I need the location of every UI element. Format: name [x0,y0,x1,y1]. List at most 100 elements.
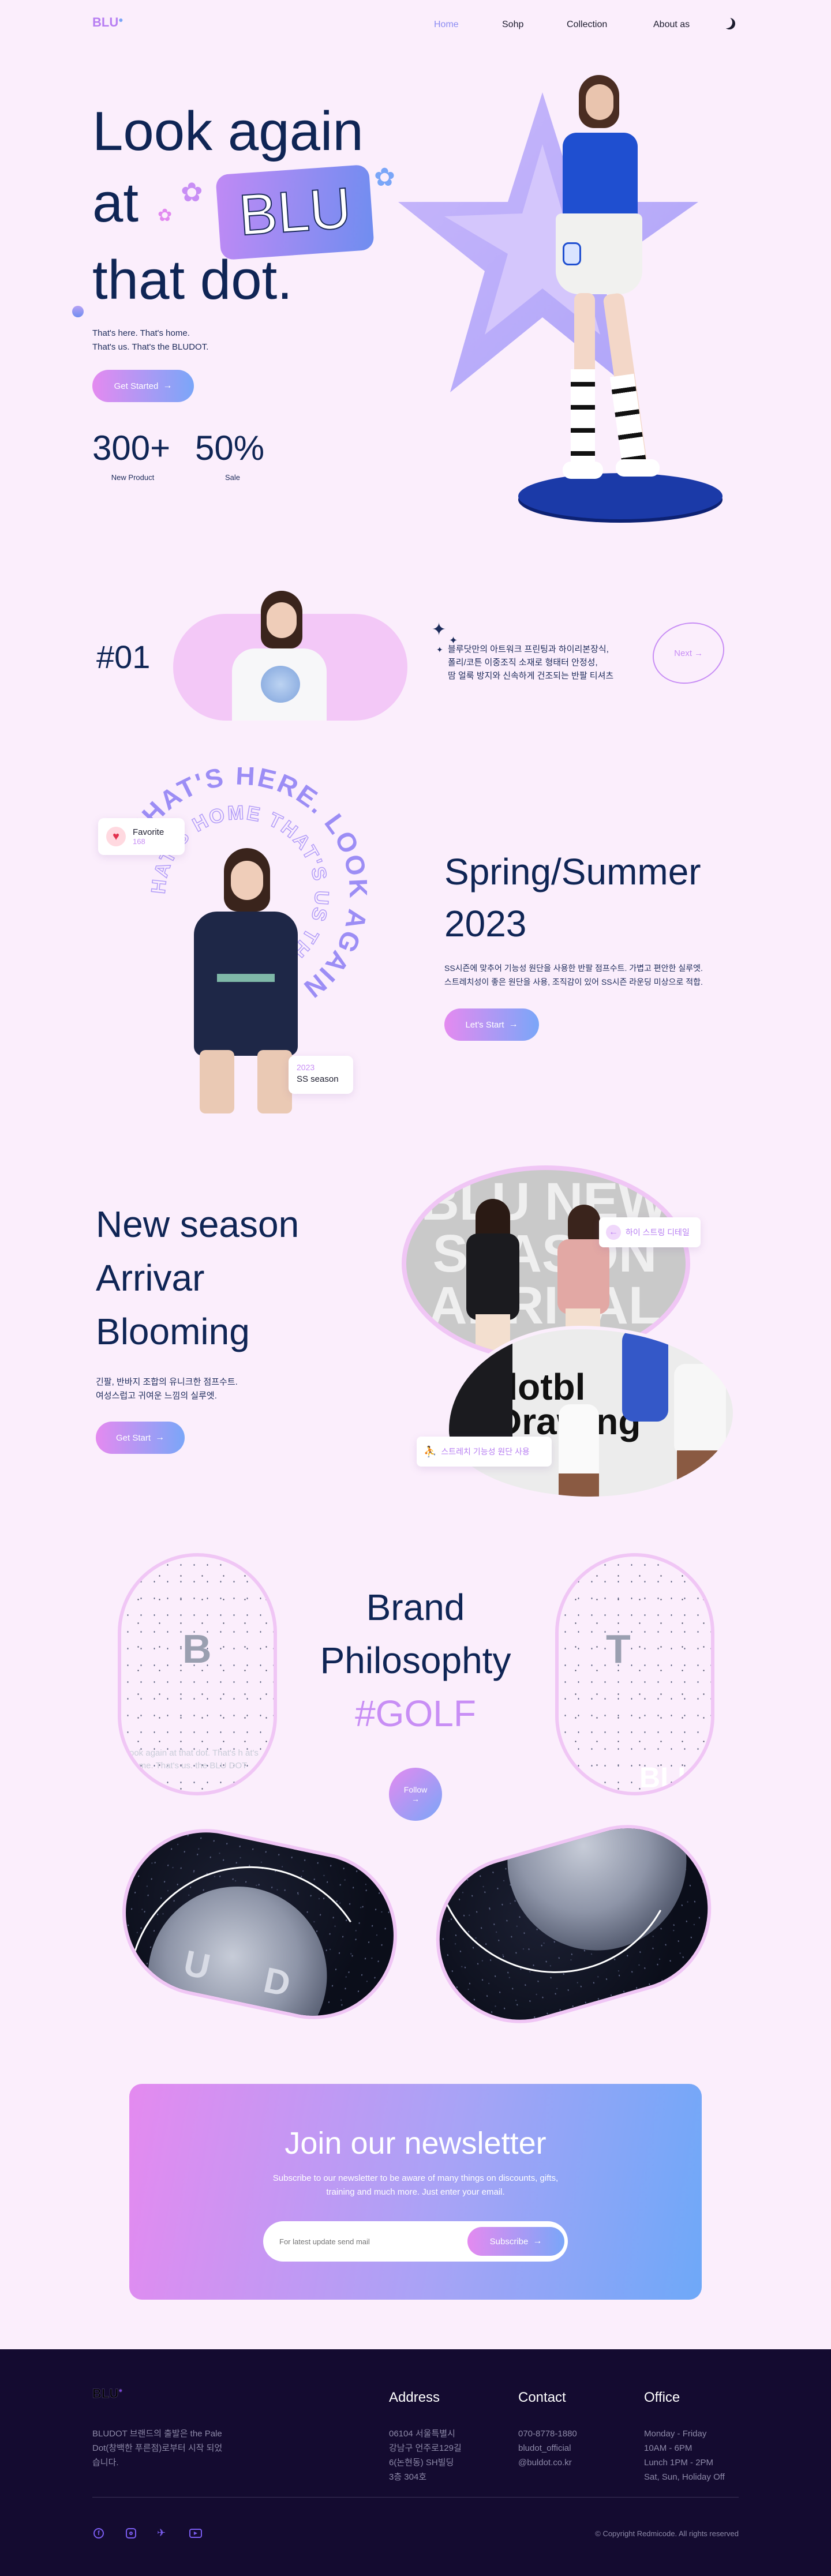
footer-logo[interactable]: BLU● [92,2386,122,2401]
stat-value: 50% [195,429,265,467]
contact-phone[interactable]: 070-8778-1880 [518,2427,577,2441]
oval-corner-text: BLU [639,1761,699,1794]
spring-title-line1: Spring/Summer [444,851,701,893]
footer-office: Monday - Friday 10AM - 6PM Lunch 1PM - 2… [644,2427,725,2484]
brand-oval-left: B ook again at that dot. That's h at's h… [118,1553,277,1795]
newsletter-desc: Subscribe to our newsletter to be aware … [129,2172,702,2199]
facebook-icon[interactable]: f [93,2528,104,2538]
favorite-card[interactable]: ♥ Favorite 168 [98,818,185,855]
arrow-right-icon: → [155,1433,165,1442]
stat-products: 300+ New Product [92,428,173,482]
heart-icon: ♥ [106,827,126,846]
favorite-count: 168 [133,837,145,846]
oval-letter: T [606,1626,631,1671]
feature-number: #01 [96,639,151,675]
newseason-title-line1: New season [96,1203,300,1245]
newsletter-desc-line1: Subscribe to our newsletter to be aware … [272,2173,559,2183]
arrow-right-icon: → [163,381,173,391]
feature-text-line3: 땀 얼룩 방지와 신속하게 건조되는 반팔 티셔츠 [448,671,614,681]
follow-button[interactable]: Follow → [389,1768,442,1821]
logo-text: BLU [92,15,119,29]
stat-label: Sale [224,473,241,482]
office-line: 10AM - 6PM [644,2443,692,2453]
newseason-title: New season Arrivar Blooming [96,1198,299,1359]
newseason-desc-line1: 긴팔, 반바지 조합의 유니크한 점프수트. [96,1377,238,1387]
dark-mode-icon[interactable] [724,18,735,29]
oval-text: ook again at that dot. That's h at's hom… [129,1748,259,1771]
newsletter-title: Join our newsletter [285,2126,546,2161]
season-label: SS season [297,1074,339,1084]
footer-logo-text: BLU [92,2386,119,2401]
hero-title-line1: Look again [92,100,364,162]
get-started-button[interactable]: Get Started → [92,370,194,402]
lets-start-label: Let's Start [465,1019,504,1030]
feature-text-line1: 블루닷만의 아트워크 프린팅과 하이리본장식, [448,644,609,654]
sparkle-icon: ✿ [158,206,173,225]
photo-bg-text: BLU NEW SEASON ARRIVAL [421,1172,669,1335]
feature-card [173,591,407,721]
sparkle-icon: ✿ [181,177,203,207]
nav-shop[interactable]: Sohp [502,20,523,30]
address-line: 6(논현동) SH빌딩 [389,2458,454,2468]
spring-desc: SS시즌에 맞추어 기능성 원단을 사용한 반팔 점프수트. 가볍고 편안한 실… [444,961,703,989]
brand-hashtag: #GOLF [355,1693,476,1734]
subscribe-button[interactable]: Subscribe → [467,2227,564,2256]
contact-line[interactable]: bludot_official [518,2441,577,2455]
footer-office-title: Office [644,2390,680,2405]
address-line: 06104 서울특별시 [389,2429,455,2439]
arrow-right-icon: → [411,1794,420,1803]
next-button[interactable]: Next → [645,613,732,693]
arrow-left-icon: ← [606,1225,621,1240]
brand-title-line2: Philosophty [320,1640,511,1681]
footer-about-line2: Dot(창백한 푸른점)로부터 시작 되었 [92,2443,223,2453]
hero-subtitle-line1: That's here. That's home. [92,328,190,338]
newseason-photo-bottom: dotbl Drawing [446,1326,736,1500]
copyright: © Copyright Redmicode. All rights reserv… [595,2529,739,2538]
footer-about-line3: 습니다. [92,2458,119,2468]
address-line: 3층 304호 [389,2472,427,2482]
newseason-title-line2: Arrivar [96,1257,205,1299]
footer-divider [92,2497,739,2498]
brand-title: Brand Philosophty #GOLF [300,1581,531,1740]
brand-title-line1: Brand [366,1587,465,1628]
next-label: Next [673,648,692,658]
spring-desc-line1: SS시즌에 맞추어 기능성 원단을 사용한 반팔 점프수트. 가볍고 편안한 실… [444,963,703,973]
follow-label: Follow [403,1785,428,1794]
hero-subtitle: That's here. That's home. That's us. Tha… [92,327,208,354]
dot-icon [72,306,84,317]
brand-oval-right: T BLU [555,1553,714,1795]
logo[interactable]: BLU● [92,15,123,30]
arrow-right-icon: → [533,2236,542,2246]
hero-blu-badge-text: BLU [236,175,354,248]
spring-title-line2: 2023 [444,903,527,944]
nav-home[interactable]: Home [434,20,459,30]
get-started-label: Get Started [114,381,159,391]
spring-title: Spring/Summer 2023 [444,846,701,950]
sparkle-icon: ✦ [432,620,447,639]
spring-desc-line2: 스트레치성이 좋은 원단을 사용, 조직감이 있어 SS시즌 라운딩 미상으로 … [444,977,703,987]
hero-model-photo [551,69,667,496]
email-input[interactable] [279,2233,452,2250]
navbar: BLU● Home Sohp Collection About as [0,0,831,52]
favorite-label: Favorite [133,827,164,837]
contact-line[interactable]: @buldot.co.kr [518,2455,577,2470]
season-card: 2023 SS season [289,1056,353,1094]
footer-contact-title: Contact [518,2390,566,2405]
lets-start-button[interactable]: Let's Start → [444,1008,539,1041]
instagram-icon[interactable] [126,2528,136,2538]
tag-stretch: ⛹ 스트레치 기능성 원단 사용 [417,1437,552,1467]
nav-collection[interactable]: Collection [567,20,607,30]
feature-text-line2: 폴리/코튼 이중조직 소재로 형태터 안정성, [448,658,598,668]
get-start-button[interactable]: Get Start → [96,1422,185,1454]
nav-about[interactable]: About as [653,20,690,30]
newsletter-desc-line2: training and much more. Just enter your … [326,2187,505,2197]
youtube-icon[interactable]: ▶ [189,2529,202,2538]
footer-about: BLUDOT 브랜드의 출발은 the Pale Dot(창백한 푸른점)로부터… [92,2427,222,2470]
feature-model-photo [227,591,331,721]
brand-moon-left: U D O [107,1813,413,2035]
season-year: 2023 [297,1063,315,1072]
tag-label: 하이 스트링 디테일 [626,1228,690,1237]
newseason-desc: 긴팔, 반바지 조합의 유니크한 점프수트. 여성스럽고 귀여운 느낌의 실루엣… [96,1375,238,1403]
twitter-icon[interactable]: ✈ [157,2527,166,2539]
sparkle-icon: ✦ [436,645,443,654]
